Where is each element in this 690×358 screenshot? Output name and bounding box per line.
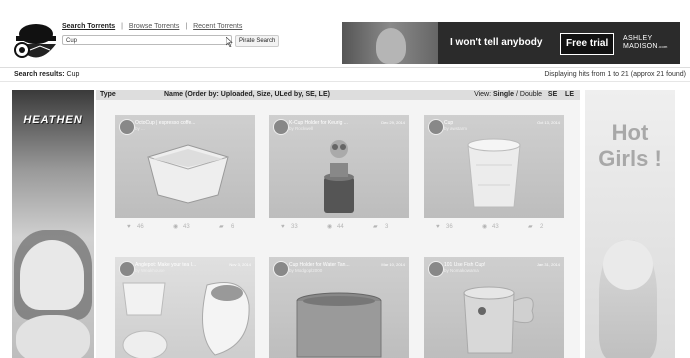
card-author[interactable]: by Weakhouse xyxy=(135,268,165,273)
like-count: 46 xyxy=(137,224,144,230)
card-thumbnail[interactable]: K-Cup Holder for Keurig ... by Rockwell … xyxy=(269,115,409,218)
card-thumbnail[interactable]: Cup Holder for Water Tan... by Modgopl20… xyxy=(269,257,409,358)
result-card[interactable]: Cup Holder for Water Tan... by Modgopl20… xyxy=(269,257,409,358)
chat-icon[interactable]: ▰ xyxy=(219,218,224,236)
search-input[interactable]: Cup xyxy=(62,35,232,45)
nav-recent-torrents[interactable]: Recent Torrents xyxy=(193,23,242,30)
banner-photo xyxy=(342,22,438,64)
view-double-link[interactable]: Double xyxy=(520,91,542,98)
view-single-link[interactable]: Single xyxy=(493,91,514,98)
card-date: Nov 3, 2014 xyxy=(229,262,251,267)
results-label: Search results: xyxy=(14,71,65,78)
card-author[interactable]: by Nomakowama xyxy=(444,268,479,273)
view-count: 43 xyxy=(183,224,190,230)
chat-icon[interactable]: ▰ xyxy=(373,218,378,236)
water-tank-cup-holder-model xyxy=(296,292,382,358)
result-card[interactable]: OctoCup | espresso coffe... by ... ♥ 46 … xyxy=(115,115,255,236)
card-author[interactable]: by ... xyxy=(135,126,145,131)
view-toggle: View: Single / Double SE LE xyxy=(474,91,574,98)
comment-count: 6 xyxy=(231,224,235,230)
card-thumbnail[interactable]: Anglepot: Make your tea I... by Weakhous… xyxy=(115,257,255,358)
eye-icon: ◉ xyxy=(327,224,333,230)
sort-le-link[interactable]: LE xyxy=(565,91,574,98)
nav-browse-torrents[interactable]: Browse Torrents xyxy=(129,23,179,30)
comment-count: 2 xyxy=(540,224,544,230)
comment-count: 3 xyxy=(385,224,389,230)
heart-icon[interactable]: ♥ xyxy=(436,218,440,236)
like-count: 36 xyxy=(446,224,453,230)
uploader-avatar[interactable] xyxy=(273,119,289,135)
card-author[interactable]: by Modgopl2000 xyxy=(289,268,322,273)
eye-icon: ◉ xyxy=(173,224,179,230)
uploader-avatar[interactable] xyxy=(273,261,289,277)
card-author[interactable]: by awstarm xyxy=(444,126,467,131)
column-name[interactable]: Name (Order by: Uploaded, Size, ULed by,… xyxy=(164,90,330,100)
pirate-ship-logo-icon xyxy=(14,24,56,58)
column-type[interactable]: Type xyxy=(100,90,116,100)
card-date: Jan 31, 2014 xyxy=(536,262,560,267)
result-card[interactable]: K-Cup Holder for Keurig ... by Rockwell … xyxy=(269,115,409,236)
nav-search-torrents[interactable]: Search Torrents xyxy=(62,23,115,30)
view-count: 43 xyxy=(492,224,499,230)
sort-se-link[interactable]: SE xyxy=(548,91,557,98)
cup-model xyxy=(467,138,521,208)
nav-separator: | xyxy=(121,23,123,30)
site-logo[interactable] xyxy=(8,16,60,66)
results-bar: Search results: Cup Displaying hits from… xyxy=(0,67,690,82)
card-stats: ♥ 46 ◉ 43 ▰ 6 xyxy=(115,218,255,236)
right-sidebar-ad[interactable]: Hot Girls ! xyxy=(585,90,675,358)
eye-icon: ◉ xyxy=(482,224,488,230)
nav-separator: | xyxy=(185,23,188,30)
uploader-avatar[interactable] xyxy=(428,119,444,135)
right-ad-headline: Hot Girls ! xyxy=(598,120,662,171)
mouse-pointer-icon xyxy=(226,37,233,47)
square-bowl-model xyxy=(147,144,229,204)
banner-slogan: I won't tell anybody xyxy=(450,37,543,48)
uploader-avatar[interactable] xyxy=(119,261,135,277)
k-cup-holder-model xyxy=(324,140,354,213)
card-date: Dec 29, 2014 xyxy=(381,120,405,125)
free-trial-button[interactable]: Free trial xyxy=(560,33,615,55)
results-summary: Displaying hits from 1 to 21 (approx 21 … xyxy=(544,71,686,78)
heart-icon[interactable]: ♥ xyxy=(281,218,285,236)
pirate-search-button[interactable]: Pirate Search xyxy=(235,35,280,47)
results-query: Cup xyxy=(66,71,80,78)
uploader-avatar[interactable] xyxy=(428,261,444,277)
card-thumbnail[interactable]: 101 Use Fish Cup! by Nomakowama Jan 31, … xyxy=(424,257,564,358)
left-sidebar-ad[interactable]: HEATHEN xyxy=(12,90,94,358)
chat-icon[interactable]: ▰ xyxy=(528,218,533,236)
top-banner-ad[interactable]: I won't tell anybody Free trial ASHLEY M… xyxy=(342,22,680,64)
fish-cup-model xyxy=(463,286,534,354)
card-title[interactable]: OctoCup | espresso coffe... xyxy=(135,120,215,126)
uploader-avatar[interactable] xyxy=(119,119,135,135)
card-thumbnail[interactable]: OctoCup | espresso coffe... by ... xyxy=(115,115,255,218)
results-table-header: Type Name (Order by: Uploaded, Size, ULe… xyxy=(96,90,580,100)
card-stats: ♥ 33 ◉ 44 ▰ 3 xyxy=(269,218,409,236)
anglepot-model xyxy=(122,282,250,358)
like-count: 33 xyxy=(291,224,298,230)
result-card[interactable]: 101 Use Fish Cup! by Nomakowama Jan 31, … xyxy=(424,257,564,358)
card-author[interactable]: by Rockwell xyxy=(289,126,313,131)
card-date: Oct 13, 2014 xyxy=(537,120,560,125)
top-nav: Search Torrents | Browse Torrents | Rece… xyxy=(62,23,242,30)
card-stats: ♥ 36 ◉ 43 ▰ 2 xyxy=(424,218,564,236)
heart-icon[interactable]: ♥ xyxy=(127,218,131,236)
result-card[interactable]: Cup by awstarm Oct 13, 2014 ♥ 36 ◉ 43 ▰ … xyxy=(424,115,564,236)
view-count: 44 xyxy=(337,224,344,230)
banner-brand-logo: ASHLEY MADISON.com xyxy=(623,35,668,50)
result-card[interactable]: Anglepot: Make your tea I... by Weakhous… xyxy=(115,257,255,358)
card-thumbnail[interactable]: Cup by awstarm Oct 13, 2014 xyxy=(424,115,564,218)
card-date: Mar 10, 2014 xyxy=(381,262,405,267)
left-ad-title: HEATHEN xyxy=(23,114,83,126)
